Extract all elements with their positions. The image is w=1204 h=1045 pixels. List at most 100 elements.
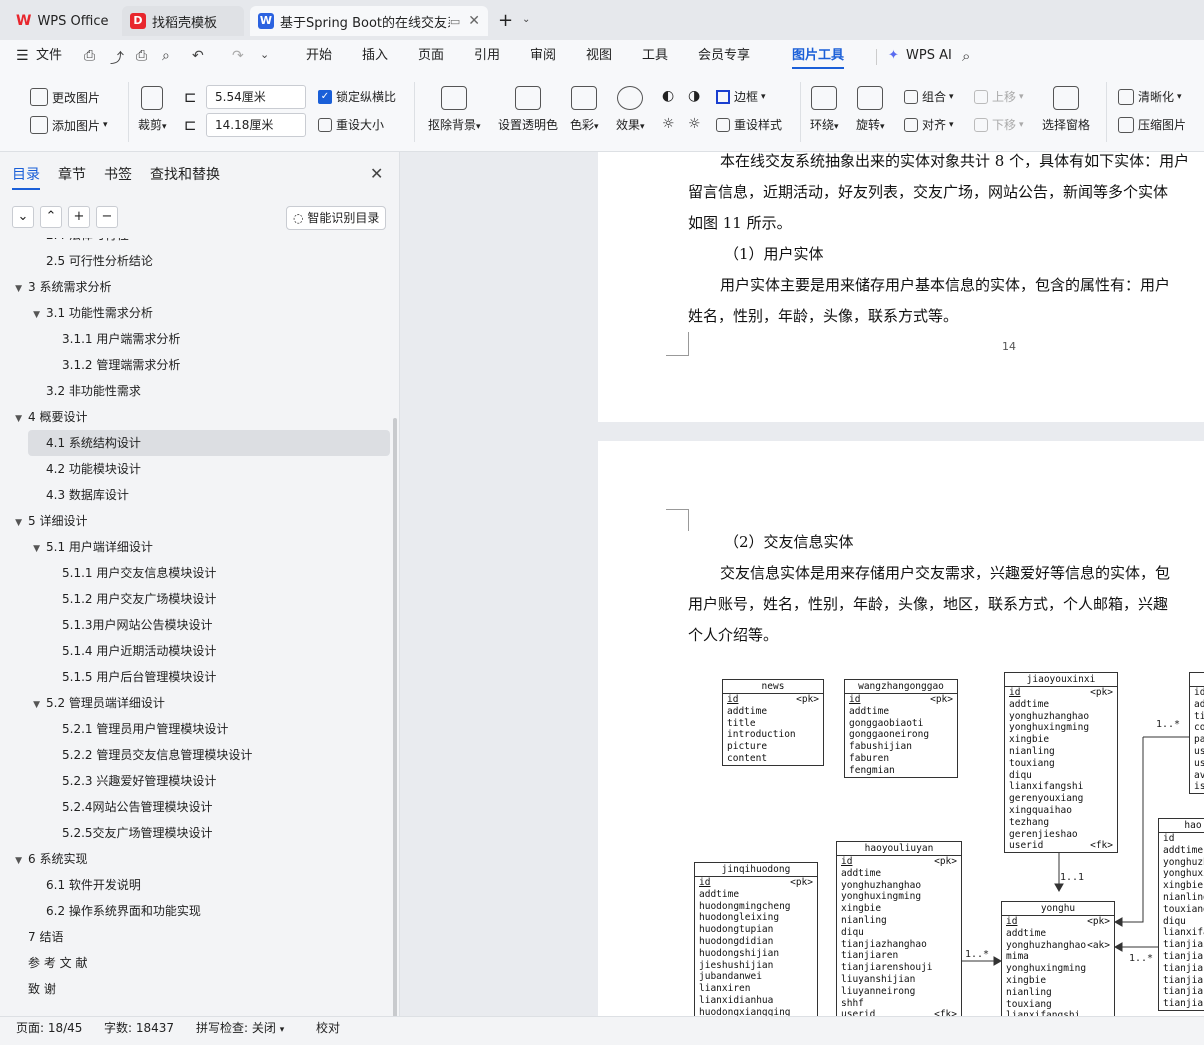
menu-wps-ai[interactable]: WPS AI <box>906 40 952 72</box>
undo-icon[interactable]: ↶ <box>192 48 204 64</box>
expand-all-button[interactable]: ⌄ <box>12 206 34 228</box>
expand-triangle-icon[interactable]: ▼ <box>28 692 40 718</box>
align-button[interactable]: 对齐 ▾ <box>904 116 954 133</box>
wrap-button[interactable]: 环绕▾ <box>810 86 839 133</box>
collapse-all-button[interactable]: ⌃ <box>40 206 62 228</box>
toc-item[interactable]: ▼ 5.1 用户端详细设计 <box>0 534 390 560</box>
effects-button[interactable]: 效果▾ <box>616 86 645 133</box>
tab-wps-office[interactable]: W WPS Office <box>8 6 116 36</box>
hamburger-icon[interactable]: ☰ <box>16 48 29 64</box>
toc-item[interactable]: 致 谢 <box>0 976 390 1002</box>
new-tab-icon[interactable]: + <box>498 10 513 31</box>
toc-item[interactable]: 6.1 软件开发说明 <box>0 872 390 898</box>
toc-item[interactable]: 5.1.4 用户近期活动模块设计 <box>0 638 390 664</box>
proofread-button[interactable]: 校对 <box>316 1017 340 1039</box>
width-input[interactable]: 5.54厘米 <box>206 85 306 109</box>
menu-view[interactable]: 视图 <box>586 40 612 72</box>
selection-pane-button[interactable]: 选择窗格 <box>1042 86 1090 133</box>
set-transparent-button[interactable]: 设置透明色 <box>498 86 558 133</box>
expand-triangle-icon[interactable]: ▼ <box>10 406 22 432</box>
toc-item[interactable]: 5.1.2 用户交友广场模块设计 <box>0 586 390 612</box>
toc-item[interactable]: 7 结语 <box>0 924 390 950</box>
toc-item[interactable]: 5.2.5交友广场管理模块设计 <box>0 820 390 846</box>
add-image-button[interactable]: 添加图片 ▾ <box>30 116 108 134</box>
tab-find-replace[interactable]: 查找和替换 <box>150 164 220 184</box>
remove-background-button[interactable]: 抠除背景▾ <box>428 86 481 133</box>
menu-tools[interactable]: 工具 <box>642 40 668 72</box>
border-button[interactable]: 边框 ▾ <box>716 88 766 105</box>
tab-chapters[interactable]: 章节 <box>58 164 86 184</box>
print-preview-icon[interactable]: ⌕ <box>162 48 170 64</box>
save-icon[interactable]: ⎙ <box>84 48 95 64</box>
reset-style-button[interactable]: 重设样式 <box>716 116 782 133</box>
close-icon[interactable]: ✕ <box>468 13 480 29</box>
color-button[interactable]: 色彩▾ <box>570 86 599 133</box>
toc-item[interactable]: 6.2 操作系统界面和功能实现 <box>0 898 390 924</box>
toc-item[interactable]: 2.4 法律可行性 <box>0 238 390 248</box>
toc-item[interactable]: 3.1.2 管理端需求分析 <box>0 352 390 378</box>
menu-start[interactable]: 开始 <box>306 40 332 72</box>
toc-item[interactable]: 5.2.3 兴趣爱好管理模块设计 <box>0 768 390 794</box>
toc-item[interactable]: ▼ 5.2 管理员端详细设计 <box>0 690 390 716</box>
spell-check-toggle[interactable]: 拼写检查: 关闭 ▾ <box>196 1017 284 1041</box>
toc-item[interactable]: ▼ 4 概要设计 <box>0 404 390 430</box>
menu-vip[interactable]: 会员专享 <box>698 40 750 72</box>
tab-bookmarks[interactable]: 书签 <box>104 164 132 184</box>
change-image-button[interactable]: 更改图片 <box>30 88 100 106</box>
toc-item[interactable]: 3.1.1 用户端需求分析 <box>0 326 390 352</box>
toc-item[interactable]: 5.2.1 管理员用户管理模块设计 <box>0 716 390 742</box>
move-down-button[interactable]: 下移 ▾ <box>974 116 1024 133</box>
toc-item[interactable]: 5.2.2 管理员交友信息管理模块设计 <box>0 742 390 768</box>
menu-insert[interactable]: 插入 <box>362 40 388 72</box>
toc-item[interactable]: 5.1.3用户网站公告模块设计 <box>0 612 390 638</box>
menu-page[interactable]: 页面 <box>418 40 444 72</box>
crop-button[interactable]: 裁剪▾ <box>138 86 167 133</box>
add-heading-button[interactable]: + <box>68 206 90 228</box>
toc-item[interactable]: 4.3 数据库设计 <box>0 482 390 508</box>
height-input[interactable]: 14.18厘米 <box>206 113 306 137</box>
sharpen-button[interactable]: 清晰化 ▾ <box>1118 88 1182 105</box>
toc-item[interactable]: ▼ 5 详细设计 <box>0 508 390 534</box>
compress-image-button[interactable]: 压缩图片 <box>1118 116 1186 133</box>
expand-triangle-icon[interactable]: ▼ <box>28 536 40 562</box>
toc-item[interactable]: 2.5 可行性分析结论 <box>0 248 390 274</box>
remove-heading-button[interactable]: − <box>96 206 118 228</box>
resize-button[interactable]: 重设大小 <box>318 116 384 133</box>
contrast-down-icon[interactable]: ☼ <box>688 116 701 132</box>
toc-item[interactable]: 参 考 文 献 <box>0 950 390 976</box>
toc-item[interactable]: ▼ 6 系统实现 <box>0 846 390 872</box>
toc-item[interactable]: ▼ 3 系统需求分析 <box>0 274 390 300</box>
tab-docer[interactable]: D 找稻壳模板 <box>122 6 244 36</box>
menu-file[interactable]: 文件 <box>36 40 62 72</box>
tab-toc[interactable]: 目录 <box>12 164 40 190</box>
expand-triangle-icon[interactable]: ▼ <box>28 302 40 328</box>
expand-triangle-icon[interactable]: ▼ <box>10 510 22 536</box>
chevron-down-icon[interactable]: ⌄ <box>260 48 269 61</box>
redo-icon[interactable]: ↷ <box>232 48 244 64</box>
menu-review[interactable]: 审阅 <box>530 40 556 72</box>
lock-ratio-checkbox[interactable]: ✓ 锁定纵横比 <box>318 88 396 105</box>
smart-toc-button[interactable]: ◌ 智能识别目录 <box>286 206 387 230</box>
contrast-icon[interactable]: ◑ <box>688 88 700 104</box>
toc-item[interactable]: 5.2.4网站公告管理模块设计 <box>0 794 390 820</box>
toc-item[interactable]: 5.1.1 用户交友信息模块设计 <box>0 560 390 586</box>
share-icon[interactable]: ⤴ <box>110 48 124 68</box>
brightness-icon[interactable]: ◐ <box>662 88 674 104</box>
print-icon[interactable]: ⎙ <box>136 48 147 64</box>
chevron-down-icon[interactable]: ⌄ <box>522 14 530 25</box>
menu-picture-tools[interactable]: 图片工具 <box>792 40 845 72</box>
search-icon[interactable]: ⌕ <box>962 47 970 65</box>
close-icon[interactable]: ✕ <box>370 164 383 183</box>
brightness-down-icon[interactable]: ☼ <box>662 116 675 132</box>
toc-item[interactable]: ▼ 3.1 功能性需求分析 <box>0 300 390 326</box>
rotate-button[interactable]: 旋转▾ <box>856 86 885 133</box>
er-diagram[interactable]: 1..* 1..1 1..* 1..* news id <pk> addtime tit… <box>598 441 1204 1016</box>
toc-item[interactable]: 4.1 系统结构设计 <box>28 430 390 456</box>
toc-item[interactable]: 4.2 功能模块设计 <box>0 456 390 482</box>
expand-triangle-icon[interactable]: ▼ <box>10 848 22 874</box>
menu-reference[interactable]: 引用 <box>474 40 500 72</box>
page-indicator[interactable]: 页面: 18/45 <box>16 1017 82 1039</box>
tab-document[interactable]: W 基于Spring Boot的在线交友系 ▭ ✕ <box>250 6 488 36</box>
word-count[interactable]: 字数: 18437 <box>104 1017 174 1039</box>
scrollbar[interactable] <box>393 418 397 1018</box>
